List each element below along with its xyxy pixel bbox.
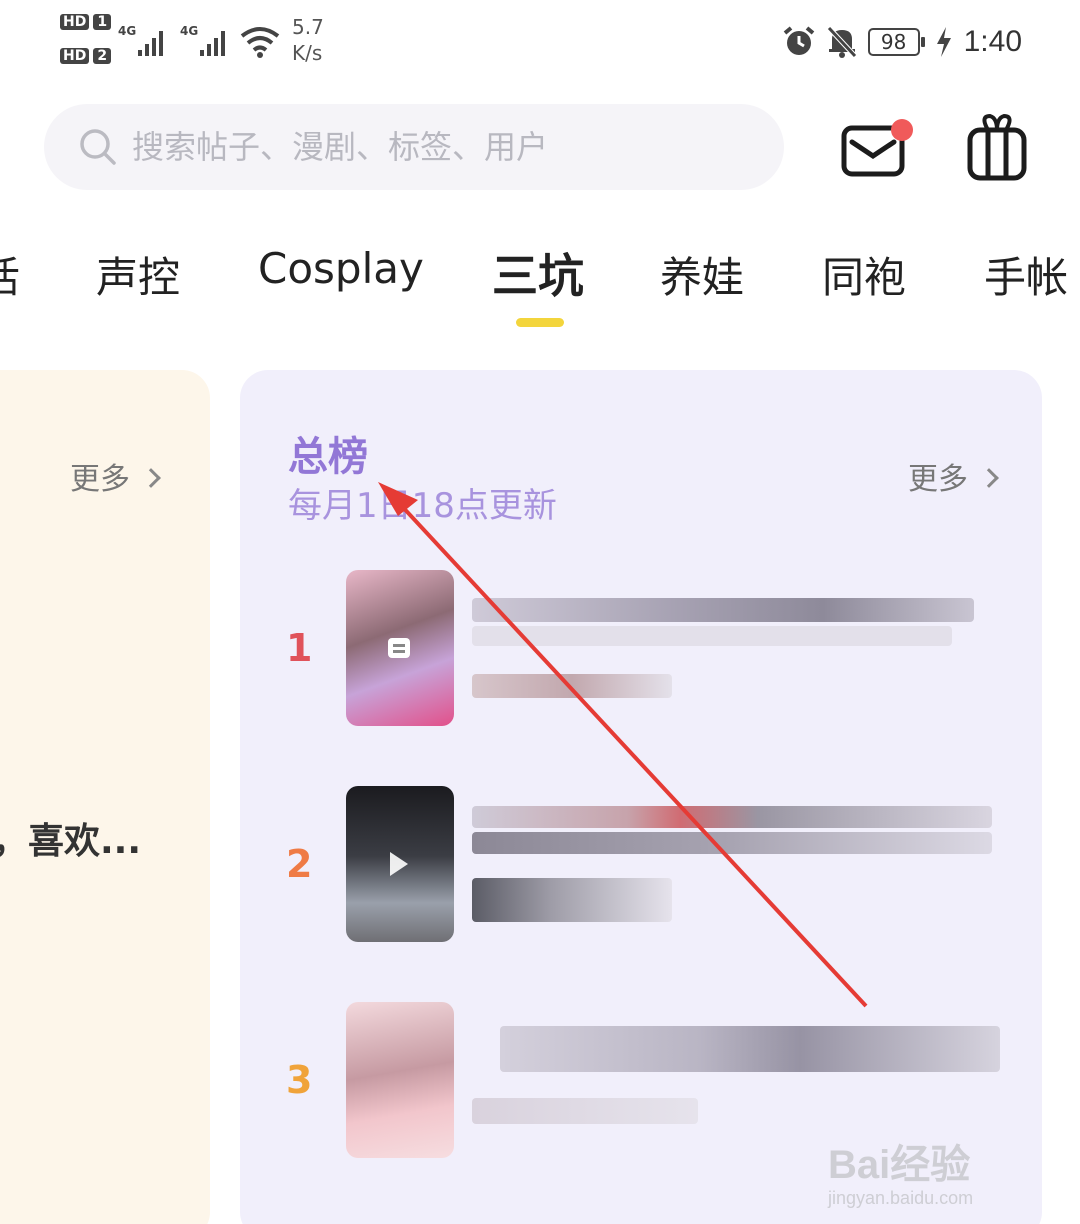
sim2-indicator: HD 2: [60, 48, 112, 64]
left-card-snippet: ，喜欢...: [0, 821, 142, 862]
mail-icon: [841, 119, 913, 177]
blurred-author: [472, 674, 672, 698]
left-more-link[interactable]: 更多: [70, 454, 161, 498]
ranking-item[interactable]: 1: [240, 570, 1042, 730]
blurred-author: [472, 1098, 698, 1124]
network-type: 4G: [180, 24, 199, 38]
wifi-icon: [240, 27, 280, 58]
sim-number: 1: [93, 14, 112, 30]
chevron-right-icon: [141, 468, 161, 488]
tab-sankeng[interactable]: 三坑: [492, 244, 584, 306]
clock: 1:40: [963, 25, 1022, 58]
left-ranking-card[interactable]: [0, 370, 210, 1224]
mute-bell-icon: [826, 26, 857, 58]
blurred-title: [472, 806, 992, 828]
messages-button[interactable]: [840, 118, 914, 182]
ranking-title: 总榜: [288, 434, 368, 480]
blurred-author: [472, 878, 672, 922]
blurred-title: [500, 1026, 1000, 1072]
signal-bars-icon: [138, 31, 163, 56]
network-speed: 5.7 K/s: [292, 14, 324, 66]
image-gallery-icon: [388, 638, 410, 658]
active-tab-indicator: [516, 318, 564, 327]
watermark-url: jingyan.baidu.com: [828, 1188, 974, 1208]
chevron-right-icon: [979, 468, 999, 488]
watermark-logo-text: Bai经验: [828, 1143, 971, 1187]
ranking-item[interactable]: 2: [240, 786, 1042, 946]
tab-shouzhang[interactable]: 手帐: [984, 244, 1068, 305]
network-type: 4G: [118, 24, 137, 38]
search-bar[interactable]: [44, 104, 784, 190]
gift-button[interactable]: [964, 112, 1030, 182]
tab-tongpao[interactable]: 同袍: [822, 244, 906, 305]
notification-dot: [891, 119, 913, 141]
rank-number: 3: [286, 1058, 313, 1102]
more-label: 更多: [70, 462, 130, 497]
signal-bars-icon: [200, 31, 225, 56]
charging-icon: [936, 27, 951, 57]
search-icon: [80, 129, 116, 165]
more-label: 更多: [908, 462, 968, 497]
blurred-title: [472, 832, 992, 854]
ranking-card: 总榜 每月1日18点更新 更多 1 2 3: [240, 370, 1042, 1224]
blurred-title: [472, 626, 952, 646]
item-thumbnail: [346, 570, 454, 726]
ranking-more-link[interactable]: 更多: [908, 454, 999, 498]
baidu-watermark: Bai经验 jingyan.baidu.com: [828, 1132, 1028, 1209]
tab-cosplay[interactable]: Cosplay: [258, 244, 424, 293]
rank-number: 1: [286, 626, 313, 670]
ranking-subtitle: 每月1日18点更新: [288, 486, 557, 526]
search-input[interactable]: [132, 128, 732, 166]
tab-yangwa[interactable]: 养娃: [660, 244, 744, 305]
item-thumbnail: [346, 1002, 454, 1158]
rank-number: 2: [286, 842, 313, 886]
status-bar: HD 1 HD 2 4G 4G 5.7 K/s 98 1:40: [0, 0, 1080, 84]
sim-number: 2: [93, 48, 112, 64]
status-right: 98 1:40: [782, 20, 1022, 64]
tab-voice[interactable]: 声控: [96, 244, 180, 305]
item-thumbnail: [346, 786, 454, 942]
battery-level: 98: [880, 30, 907, 54]
blurred-title: [472, 598, 974, 622]
speed-unit: K/s: [292, 41, 323, 65]
speed-value: 5.7: [292, 15, 324, 39]
sim1-indicator: HD 1: [60, 14, 112, 30]
gift-icon: [967, 113, 1027, 181]
battery-indicator: 98: [867, 28, 925, 56]
play-icon: [390, 852, 408, 876]
alarm-icon: [783, 26, 814, 55]
hd-badge: HD: [60, 14, 90, 30]
hd-badge: HD: [60, 48, 90, 64]
tab-partial[interactable]: 活: [0, 244, 20, 305]
